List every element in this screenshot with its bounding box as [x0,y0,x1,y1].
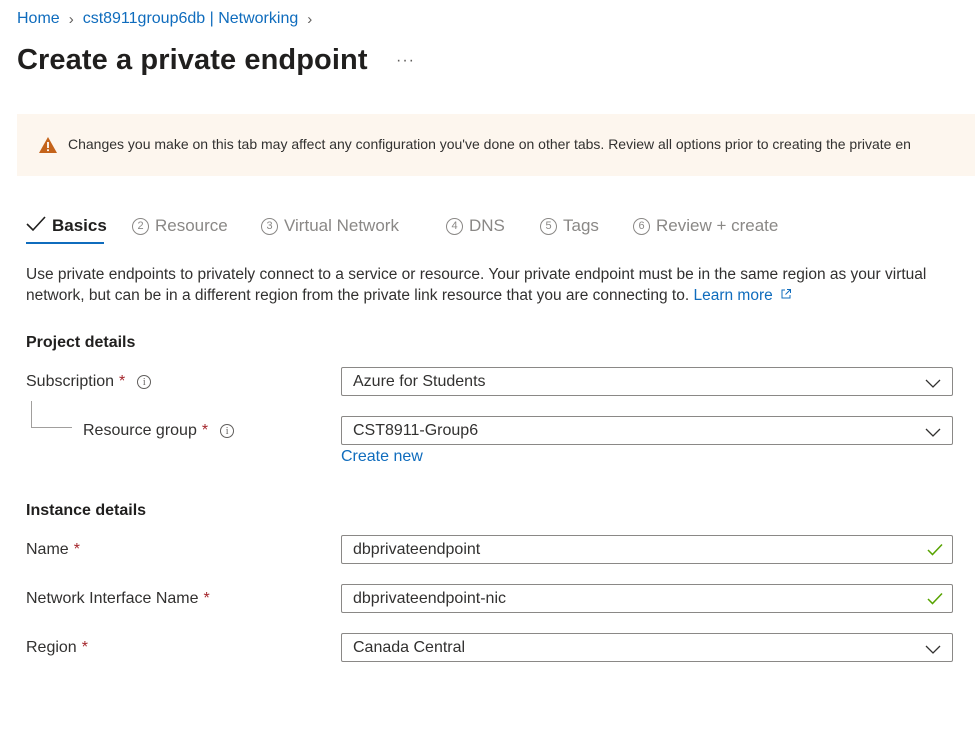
name-value: dbprivateendpoint [353,541,481,558]
tab-label: Basics [52,216,107,235]
resource-group-label: Resource group * i [83,422,235,440]
learn-more-label: Learn more [693,287,773,304]
info-icon[interactable]: i [220,424,235,438]
checkmark-icon [26,215,46,237]
tab-label: Resource [155,216,228,235]
required-marker: * [201,422,209,439]
region-dropdown[interactable]: Canada Central [341,633,953,662]
description-text: Use private endpoints to privately conne… [26,264,946,306]
chevron-down-icon [925,376,941,394]
step-number-icon: 2 [132,217,149,235]
resource-group-dropdown[interactable]: CST8911-Group6 [341,416,953,445]
tab-label: Tags [563,216,599,235]
breadcrumb-separator-icon: › [68,10,74,28]
subscription-label-text: Subscription [26,373,115,390]
info-icon[interactable]: i [137,375,152,389]
chevron-down-icon [925,425,941,443]
name-label: Name * [26,541,80,559]
more-options-button[interactable]: ··· [396,52,415,70]
subscription-value: Azure for Students [353,373,486,390]
required-marker: * [119,373,126,390]
breadcrumb-separator-icon: › [307,10,313,28]
checkmark-icon [927,592,943,610]
tab-label: Virtual Network [284,216,399,235]
subscription-dropdown[interactable]: Azure for Students [341,367,953,396]
instance-details-heading: Instance details [26,502,147,519]
tab-virtual-network[interactable]: 3 Virtual Network [261,213,399,239]
required-marker: * [73,541,80,558]
tree-connector-line [31,401,72,428]
project-details-heading: Project details [26,334,136,351]
page-title: Create a private endpoint [17,44,368,76]
required-marker: * [81,639,88,656]
nic-name-value: dbprivateendpoint-nic [353,590,506,607]
active-tab-indicator [26,242,104,244]
nic-name-input[interactable]: dbprivateendpoint-nic [341,584,953,613]
resource-group-value: CST8911-Group6 [353,422,479,439]
tab-tags[interactable]: 5 Tags [540,213,599,239]
breadcrumb-home-link[interactable]: Home [17,10,60,28]
subscription-label: Subscription * i [26,373,152,391]
tab-basics[interactable]: Basics [26,213,107,239]
tab-label: DNS [469,216,505,235]
chevron-down-icon [925,642,941,660]
learn-more-link[interactable]: Learn more [693,287,792,304]
region-value: Canada Central [353,639,466,656]
region-label-text: Region [26,639,77,656]
create-new-link[interactable]: Create new [341,448,423,466]
external-link-icon [781,289,792,299]
step-number-icon: 5 [540,217,557,235]
warning-banner: Changes you make on this tab may affect … [17,114,975,176]
resource-group-label-text: Resource group [83,422,197,439]
breadcrumb: Home › cst8911group6db | Networking › [17,10,321,28]
name-input[interactable]: dbprivateendpoint [341,535,953,564]
breadcrumb-networking-link[interactable]: cst8911group6db | Networking [83,10,299,28]
name-label-text: Name [26,541,69,558]
nic-name-label: Network Interface Name * [26,590,210,608]
step-number-icon: 4 [446,217,463,235]
step-number-icon: 3 [261,217,278,235]
tab-resource[interactable]: 2 Resource [132,213,228,239]
checkmark-icon [927,543,943,561]
tab-review-create[interactable]: 6 Review + create [633,213,778,239]
step-number-icon: 6 [633,217,650,235]
region-label: Region * [26,639,88,657]
tab-label: Review + create [656,216,779,235]
warning-triangle-icon [38,136,58,159]
required-marker: * [203,590,210,607]
nic-name-label-text: Network Interface Name [26,590,199,607]
warning-text: Changes you make on this tab may affect … [68,136,911,152]
tab-dns[interactable]: 4 DNS [446,213,505,239]
